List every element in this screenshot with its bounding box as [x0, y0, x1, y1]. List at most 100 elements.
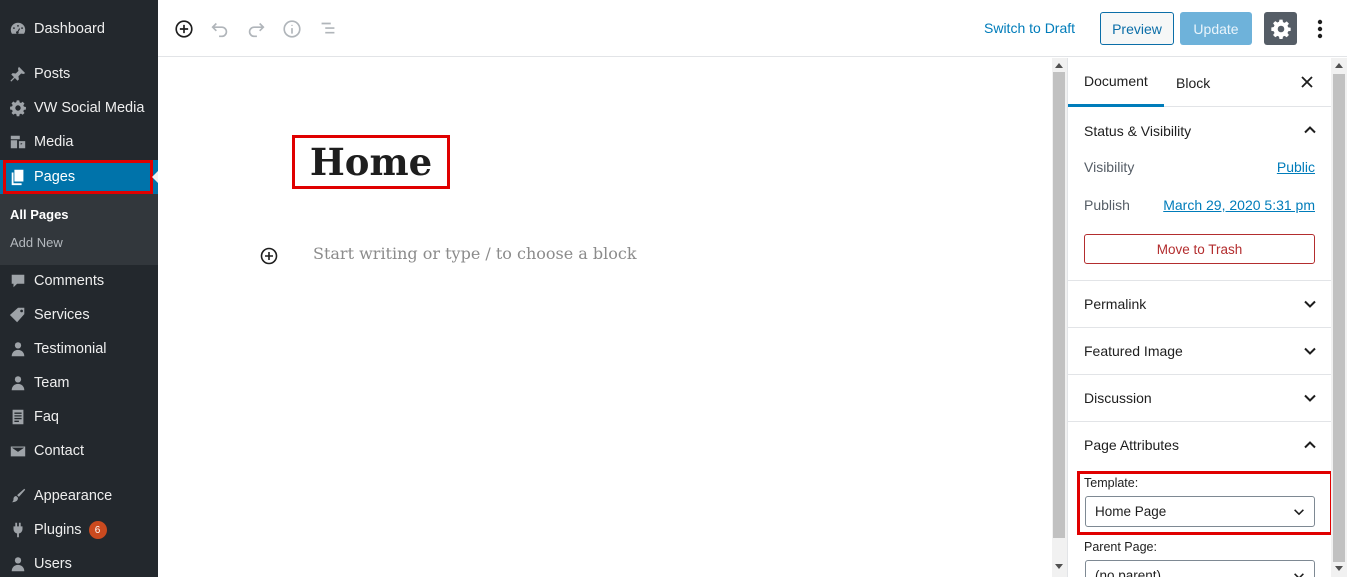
sidebar-item-media[interactable]: Media: [0, 125, 158, 159]
tag-icon: [0, 298, 34, 332]
settings-tabs: Document Block: [1068, 58, 1332, 107]
sidebar-item-label: Services: [34, 307, 90, 323]
sidebar-item-label: Users: [34, 556, 72, 572]
scroll-down-arrow-icon[interactable]: [1335, 566, 1343, 571]
switch-to-draft-button[interactable]: Switch to Draft: [984, 20, 1075, 36]
sidebar-item-vw-social-media[interactable]: VW Social Media: [0, 91, 158, 125]
scroll-up-arrow-icon[interactable]: [1055, 63, 1063, 68]
undo-icon[interactable]: [208, 17, 232, 41]
panel-page-attributes[interactable]: Page Attributes: [1068, 421, 1332, 468]
chevron-down-icon: [1294, 573, 1304, 577]
template-select[interactable]: Home Page: [1085, 496, 1315, 527]
chevron-up-icon: [1304, 126, 1316, 134]
settings-scrollbar[interactable]: [1331, 58, 1347, 577]
sidebar-item-comments[interactable]: Comments: [0, 264, 158, 298]
submenu-add-new[interactable]: Add New: [10, 235, 63, 250]
sidebar-item-services[interactable]: Services: [0, 298, 158, 332]
panel-title: Featured Image: [1084, 343, 1183, 359]
sidebar-item-users[interactable]: Users: [0, 547, 158, 577]
close-icon[interactable]: [1298, 73, 1316, 91]
plug-icon: [0, 513, 34, 547]
post-title[interactable]: Home: [310, 140, 432, 184]
chevron-up-icon: [1304, 441, 1316, 449]
info-icon[interactable]: [280, 17, 304, 41]
chevron-down-icon: [1304, 347, 1316, 355]
parent-page-select-value: (no parent): [1095, 568, 1162, 577]
parent-page-select[interactable]: (no parent): [1085, 560, 1315, 577]
vertical-ellipsis-icon: [1317, 19, 1323, 39]
scroll-down-arrow-icon[interactable]: [1055, 564, 1063, 569]
preview-button[interactable]: Preview: [1100, 12, 1174, 45]
sidebar-item-dashboard[interactable]: Dashboard: [0, 12, 158, 46]
sidebar-item-label: Faq: [34, 409, 59, 425]
tab-block[interactable]: Block: [1160, 58, 1226, 107]
media-icon: [0, 125, 34, 159]
chevron-down-icon: [1304, 394, 1316, 402]
redo-icon[interactable]: [244, 17, 268, 41]
block-placeholder[interactable]: Start writing or type / to choose a bloc…: [313, 244, 637, 263]
panel-title: Page Attributes: [1084, 437, 1179, 453]
sidebar-item-label: Contact: [34, 443, 84, 459]
user-icon: [0, 547, 34, 577]
sidebar-item-label: Comments: [34, 273, 105, 289]
scrollbar-thumb[interactable]: [1053, 72, 1065, 538]
tab-document[interactable]: Document: [1068, 58, 1164, 107]
sidebar-item-team[interactable]: Team: [0, 366, 158, 400]
sidebar-item-label: Testimonial: [34, 341, 107, 357]
sidebar-item-faq[interactable]: Faq: [0, 400, 158, 434]
pages-submenu: All Pages Add New: [0, 194, 158, 265]
pin-icon: [0, 57, 34, 91]
settings-button[interactable]: [1264, 12, 1297, 45]
sidebar-item-label: Pages: [34, 169, 76, 185]
sidebar-item-label: VW Social Media: [34, 100, 145, 116]
template-label: Template:: [1084, 476, 1139, 490]
comment-icon: [0, 264, 34, 298]
inline-inserter-icon[interactable]: [259, 246, 279, 266]
block-navigation-icon[interactable]: [316, 17, 340, 41]
plugins-update-badge: 6: [88, 521, 107, 539]
panel-title: Permalink: [1084, 296, 1147, 312]
person-icon: [0, 332, 34, 366]
visibility-value-link[interactable]: Public: [1277, 159, 1315, 175]
dashboard-icon: [0, 12, 34, 46]
sidebar-item-label: Plugins: [34, 522, 82, 538]
sidebar-item-plugins[interactable]: Plugins 6: [0, 513, 158, 547]
document-icon: [0, 400, 34, 434]
template-select-value: Home Page: [1095, 504, 1167, 519]
sidebar-item-pages[interactable]: Pages: [0, 160, 158, 194]
sidebar-item-label: Posts: [34, 66, 71, 82]
mail-icon: [0, 434, 34, 468]
gear-icon: [1270, 18, 1292, 40]
scrollbar-thumb[interactable]: [1333, 74, 1345, 562]
more-options-button[interactable]: [1310, 16, 1330, 42]
publish-date-link[interactable]: March 29, 2020 5:31 pm: [1163, 197, 1315, 213]
panel-permalink[interactable]: Permalink: [1068, 280, 1332, 327]
scroll-up-arrow-icon[interactable]: [1335, 63, 1343, 68]
sidebar-item-label: Appearance: [34, 488, 113, 504]
admin-sidebar: Dashboard Posts VW Social Media Media Pa…: [0, 0, 159, 577]
title-highlight-box: Home: [292, 135, 450, 189]
submenu-all-pages[interactable]: All Pages: [10, 207, 69, 222]
move-to-trash-button[interactable]: Move to Trash: [1084, 234, 1315, 264]
editor-canvas: Home Start writing or type / to choose a…: [158, 58, 1052, 577]
parent-page-label: Parent Page:: [1084, 540, 1157, 554]
chevron-down-icon: [1294, 509, 1304, 516]
sidebar-item-testimonial[interactable]: Testimonial: [0, 332, 158, 366]
gear-icon: [0, 91, 34, 125]
settings-sidebar: Document Block Status & Visibility Visib…: [1067, 58, 1333, 577]
sidebar-item-appearance[interactable]: Appearance: [0, 479, 158, 513]
panel-discussion[interactable]: Discussion: [1068, 374, 1332, 421]
sidebar-item-label: Dashboard: [34, 21, 105, 37]
panel-featured-image[interactable]: Featured Image: [1068, 327, 1332, 374]
update-button[interactable]: Update: [1180, 12, 1252, 45]
panel-status-visibility[interactable]: Status & Visibility: [1068, 107, 1332, 154]
add-block-icon[interactable]: [172, 17, 196, 41]
sidebar-item-label: Team: [34, 375, 70, 391]
sidebar-item-label: Media: [34, 134, 74, 150]
pages-icon: [0, 160, 34, 194]
editor-scrollbar[interactable]: [1052, 58, 1067, 577]
sidebar-item-contact[interactable]: Contact: [0, 434, 158, 468]
visibility-label: Visibility: [1084, 159, 1135, 175]
sidebar-item-posts[interactable]: Posts: [0, 57, 158, 91]
publish-label: Publish: [1084, 197, 1130, 213]
